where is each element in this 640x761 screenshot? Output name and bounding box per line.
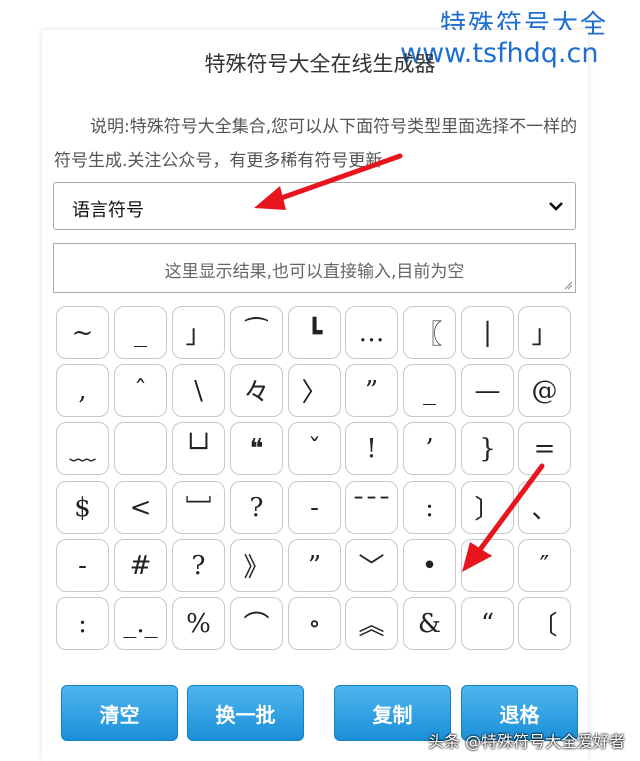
credit-text: 头条 @特殊符号大全爱好者 — [428, 732, 626, 751]
symbol-cell[interactable]: 々 — [230, 364, 283, 417]
symbol-cell[interactable]: _ — [403, 364, 456, 417]
symbol-cell[interactable]: ? — [230, 481, 283, 534]
symbol-cell[interactable]: 〉 — [288, 364, 341, 417]
symbol-cell[interactable] — [114, 422, 167, 475]
symbol-cell[interactable]: ’ — [403, 422, 456, 475]
symbol-cell[interactable]: “ — [461, 597, 514, 650]
symbol-cell[interactable]: ¯ — [461, 539, 514, 592]
symbol-cell[interactable]: 》 — [230, 539, 283, 592]
result-placeholder: 这里显示结果,也可以直接输入,目前为空 — [164, 262, 465, 282]
symbol-cell[interactable]: ” — [345, 364, 398, 417]
symbol-cell[interactable]: : — [56, 597, 109, 650]
symbol-cell[interactable]: = — [518, 422, 571, 475]
symbol-cell[interactable]: 〔 — [518, 597, 571, 650]
symbol-cell[interactable]: ? — [172, 539, 225, 592]
symbol-cell[interactable]: ﹈ — [172, 481, 225, 534]
resize-grip-icon[interactable] — [563, 280, 573, 290]
page-title: 特殊符号大全在线生成器 — [204, 52, 436, 76]
symbol-cell[interactable]: | — [461, 306, 514, 359]
symbol-cell[interactable]: 〕 — [461, 481, 514, 534]
symbol-cell[interactable]: } — [461, 422, 514, 475]
symbol-cell[interactable]: • — [403, 539, 456, 592]
symbol-cell[interactable]: ⌒ — [230, 597, 283, 650]
symbol-cell[interactable]: ﹏ — [56, 422, 109, 475]
symbol-cell[interactable]: \ — [172, 364, 225, 417]
clear-button[interactable]: 清空 — [61, 685, 178, 741]
symbol-cell[interactable]: : — [403, 481, 456, 534]
result-textarea[interactable]: 这里显示结果,也可以直接输入,目前为空 — [53, 243, 576, 293]
next-batch-button[interactable]: 换一批 — [187, 685, 304, 741]
symbol-cell[interactable]: $ — [56, 481, 109, 534]
symbol-cell[interactable]: _ — [114, 306, 167, 359]
description-text: 说明:特殊符号大全集合,您可以从下面符号类型里面选择不一样的符号生成.关注公众号… — [54, 117, 578, 171]
symbol-cell[interactable]: ! — [345, 422, 398, 475]
symbol-cell[interactable]: 」 — [518, 306, 571, 359]
symbol-cell[interactable]: ﹀ — [345, 539, 398, 592]
symbol-cell[interactable]: ” — [288, 539, 341, 592]
symbol-cell[interactable]: ″ — [518, 539, 571, 592]
chevron-down-icon — [549, 202, 563, 211]
symbol-cell[interactable]: # — [114, 539, 167, 592]
symbol-cell[interactable]: ︽ — [345, 597, 398, 650]
symbol-cell[interactable]: ˆ — [114, 364, 167, 417]
symbol-cell[interactable]: ~ — [56, 306, 109, 359]
symbol-cell[interactable]: 〖 — [403, 306, 456, 359]
symbol-cell[interactable]: ˇ — [288, 422, 341, 475]
select-value: 语言符号 — [72, 200, 144, 221]
symbol-cell[interactable]: 、 — [518, 481, 571, 534]
symbol-cell[interactable]: < — [114, 481, 167, 534]
symbol-cell[interactable]: % — [172, 597, 225, 650]
symbol-cell[interactable]: ┗ — [288, 306, 341, 359]
symbol-cell[interactable]: _._ — [114, 597, 167, 650]
symbol-cell[interactable]: 」 — [172, 306, 225, 359]
symbol-cell[interactable]: - — [56, 539, 109, 592]
symbol-cell[interactable]: └┘ — [172, 422, 225, 475]
symbol-cell[interactable]: ∘ — [288, 597, 341, 650]
symbol-cell[interactable]: ❝ — [230, 422, 283, 475]
symbol-cell[interactable]: ¯¯¯ — [345, 481, 398, 534]
symbol-cell[interactable]: — — [461, 364, 514, 417]
symbol-cell[interactable]: - — [288, 481, 341, 534]
symbol-cell[interactable]: ⁀ — [230, 306, 283, 359]
symbol-type-select[interactable]: 语言符号 — [53, 182, 576, 230]
symbol-cell[interactable]: … — [345, 306, 398, 359]
symbol-cell[interactable]: & — [403, 597, 456, 650]
symbol-cell[interactable]: , — [56, 364, 109, 417]
symbol-cell[interactable]: @ — [518, 364, 571, 417]
